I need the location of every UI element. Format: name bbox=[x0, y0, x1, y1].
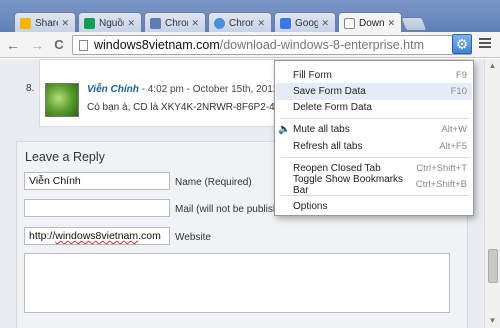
close-icon[interactable]: ✕ bbox=[387, 18, 395, 29]
reply-title: Leave a Reply bbox=[25, 150, 105, 164]
menu-item-shortcut: F10 bbox=[450, 86, 467, 97]
forward-button[interactable]: → bbox=[28, 36, 46, 54]
comment-meta: Viễn Chính - 4:02 pm - October 15th, 201… bbox=[87, 84, 278, 95]
menu-item-label: Delete Form Data bbox=[293, 102, 372, 113]
tab-google[interactable]: Google ✕ bbox=[274, 12, 336, 33]
tab-label: Chrome bbox=[229, 17, 254, 29]
extension-gear-button[interactable]: ⚙ bbox=[452, 34, 472, 54]
menu-item-label: Toggle Show Bookmarks Bar bbox=[293, 173, 404, 196]
tab-nguon[interactable]: Nguồn l ✕ bbox=[78, 12, 142, 33]
menu-separator bbox=[281, 118, 469, 119]
menu-item-shortcut: Alt+F5 bbox=[439, 141, 467, 152]
close-icon[interactable]: ✕ bbox=[257, 18, 265, 29]
menu-item-save-form-data[interactable]: Save Form Data F10 bbox=[276, 83, 472, 100]
toolbar: ← → C windows8vietnam.com/download-windo… bbox=[0, 32, 500, 58]
reload-button[interactable]: C bbox=[50, 36, 68, 54]
gear-icon bbox=[214, 17, 225, 29]
tab-shared[interactable]: Shared v ✕ bbox=[14, 12, 76, 33]
comment-date: - 4:02 pm - October 15th, 2012 bbox=[138, 84, 279, 95]
url-path: /download-windows-8-enterprise.htm bbox=[219, 38, 425, 52]
page-icon bbox=[79, 39, 88, 51]
menu-item-label: Fill Form bbox=[293, 70, 332, 81]
tab-strip: Shared v ✕ Nguồn l ✕ Chrome ✕ Chrome ✕ G… bbox=[0, 0, 500, 33]
menu-item-delete-form-data[interactable]: Delete Form Data bbox=[276, 99, 472, 116]
menu-item-label: Refresh all tabs bbox=[293, 141, 363, 152]
name-value: Viễn Chính bbox=[29, 175, 81, 187]
back-button[interactable]: ← bbox=[4, 36, 22, 54]
comment-author-link[interactable]: Viễn Chính bbox=[87, 84, 139, 95]
website-label: Website bbox=[175, 232, 211, 243]
menu-item-shortcut: Ctrl+Shift+B bbox=[415, 179, 467, 190]
gear-icon: ⚙ bbox=[455, 36, 469, 52]
menu-item-refresh-all-tabs[interactable]: Refresh all tabs Alt+F5 bbox=[276, 138, 472, 155]
scrollbar[interactable]: ▲ ▼ bbox=[484, 59, 500, 328]
tab-chrome-2[interactable]: Chrome ✕ bbox=[208, 12, 272, 33]
name-label: Name (Required) bbox=[175, 177, 252, 188]
tab-download[interactable]: Downlo ✕ bbox=[338, 12, 402, 33]
speaker-icon: 🔈 bbox=[278, 124, 291, 135]
menu-item-label: Mute all tabs bbox=[293, 124, 350, 135]
comment-number: 8. bbox=[26, 83, 35, 94]
menu-separator bbox=[281, 195, 469, 196]
avatar bbox=[45, 83, 79, 117]
menu-item-shortcut: Ctrl+Shift+T bbox=[416, 163, 467, 174]
website-suffix: .com bbox=[138, 230, 161, 242]
menu-item-toggle-bookmarks-bar[interactable]: Toggle Show Bookmarks Bar Ctrl+Shift+B bbox=[276, 173, 472, 196]
menu-item-mute-all-tabs[interactable]: 🔈 Mute all tabs Alt+W bbox=[276, 121, 472, 138]
drive-icon bbox=[20, 17, 31, 29]
close-icon[interactable]: ✕ bbox=[321, 18, 329, 29]
page-icon bbox=[344, 17, 355, 29]
name-field[interactable]: Viễn Chính bbox=[24, 172, 170, 190]
tab-label: Downlo bbox=[359, 17, 385, 29]
website-domain: windows8vietnam bbox=[55, 230, 139, 242]
menu-item-options[interactable]: Options bbox=[276, 198, 472, 215]
tab-label: Nguồn l bbox=[99, 17, 124, 29]
tab-label: Google bbox=[295, 17, 318, 29]
tab-label: Chrome bbox=[165, 17, 188, 29]
website-prefix: http:// bbox=[29, 230, 56, 242]
close-icon[interactable]: ✕ bbox=[127, 18, 135, 29]
scroll-down-arrow-icon[interactable]: ▼ bbox=[485, 314, 500, 328]
email-field[interactable] bbox=[24, 199, 170, 217]
tab-chrome-1[interactable]: Chrome ✕ bbox=[144, 12, 206, 33]
menu-item-label: Options bbox=[293, 201, 328, 212]
chrome-menu-button[interactable] bbox=[478, 36, 492, 52]
new-tab-button[interactable] bbox=[400, 17, 428, 31]
menu-item-label: Save Form Data bbox=[293, 86, 366, 97]
tab-label: Shared v bbox=[35, 17, 58, 29]
menu-item-fill-form[interactable]: Fill Form F9 bbox=[276, 67, 472, 84]
extension-menu: Fill Form F9 Save Form Data F10 Delete F… bbox=[274, 60, 474, 216]
menu-item-shortcut: F9 bbox=[455, 70, 467, 81]
comment-textarea[interactable] bbox=[24, 253, 450, 313]
scroll-thumb[interactable] bbox=[488, 249, 498, 283]
close-icon[interactable]: ✕ bbox=[191, 18, 199, 29]
menu-separator bbox=[281, 157, 469, 158]
scroll-up-arrow-icon[interactable]: ▲ bbox=[485, 59, 500, 73]
sheets-icon bbox=[84, 17, 95, 29]
google-icon bbox=[280, 17, 291, 29]
menu-item-shortcut: Alt+W bbox=[441, 124, 467, 135]
website-field[interactable]: http://windows8vietnam.com bbox=[24, 227, 170, 245]
page-icon bbox=[150, 17, 161, 29]
url-host: windows8vietnam.com bbox=[94, 38, 220, 52]
menu-item-label: Reopen Closed Tab bbox=[293, 163, 381, 174]
close-icon[interactable]: ✕ bbox=[61, 18, 69, 29]
address-bar[interactable]: windows8vietnam.com/download-windows-8-e… bbox=[72, 35, 472, 55]
